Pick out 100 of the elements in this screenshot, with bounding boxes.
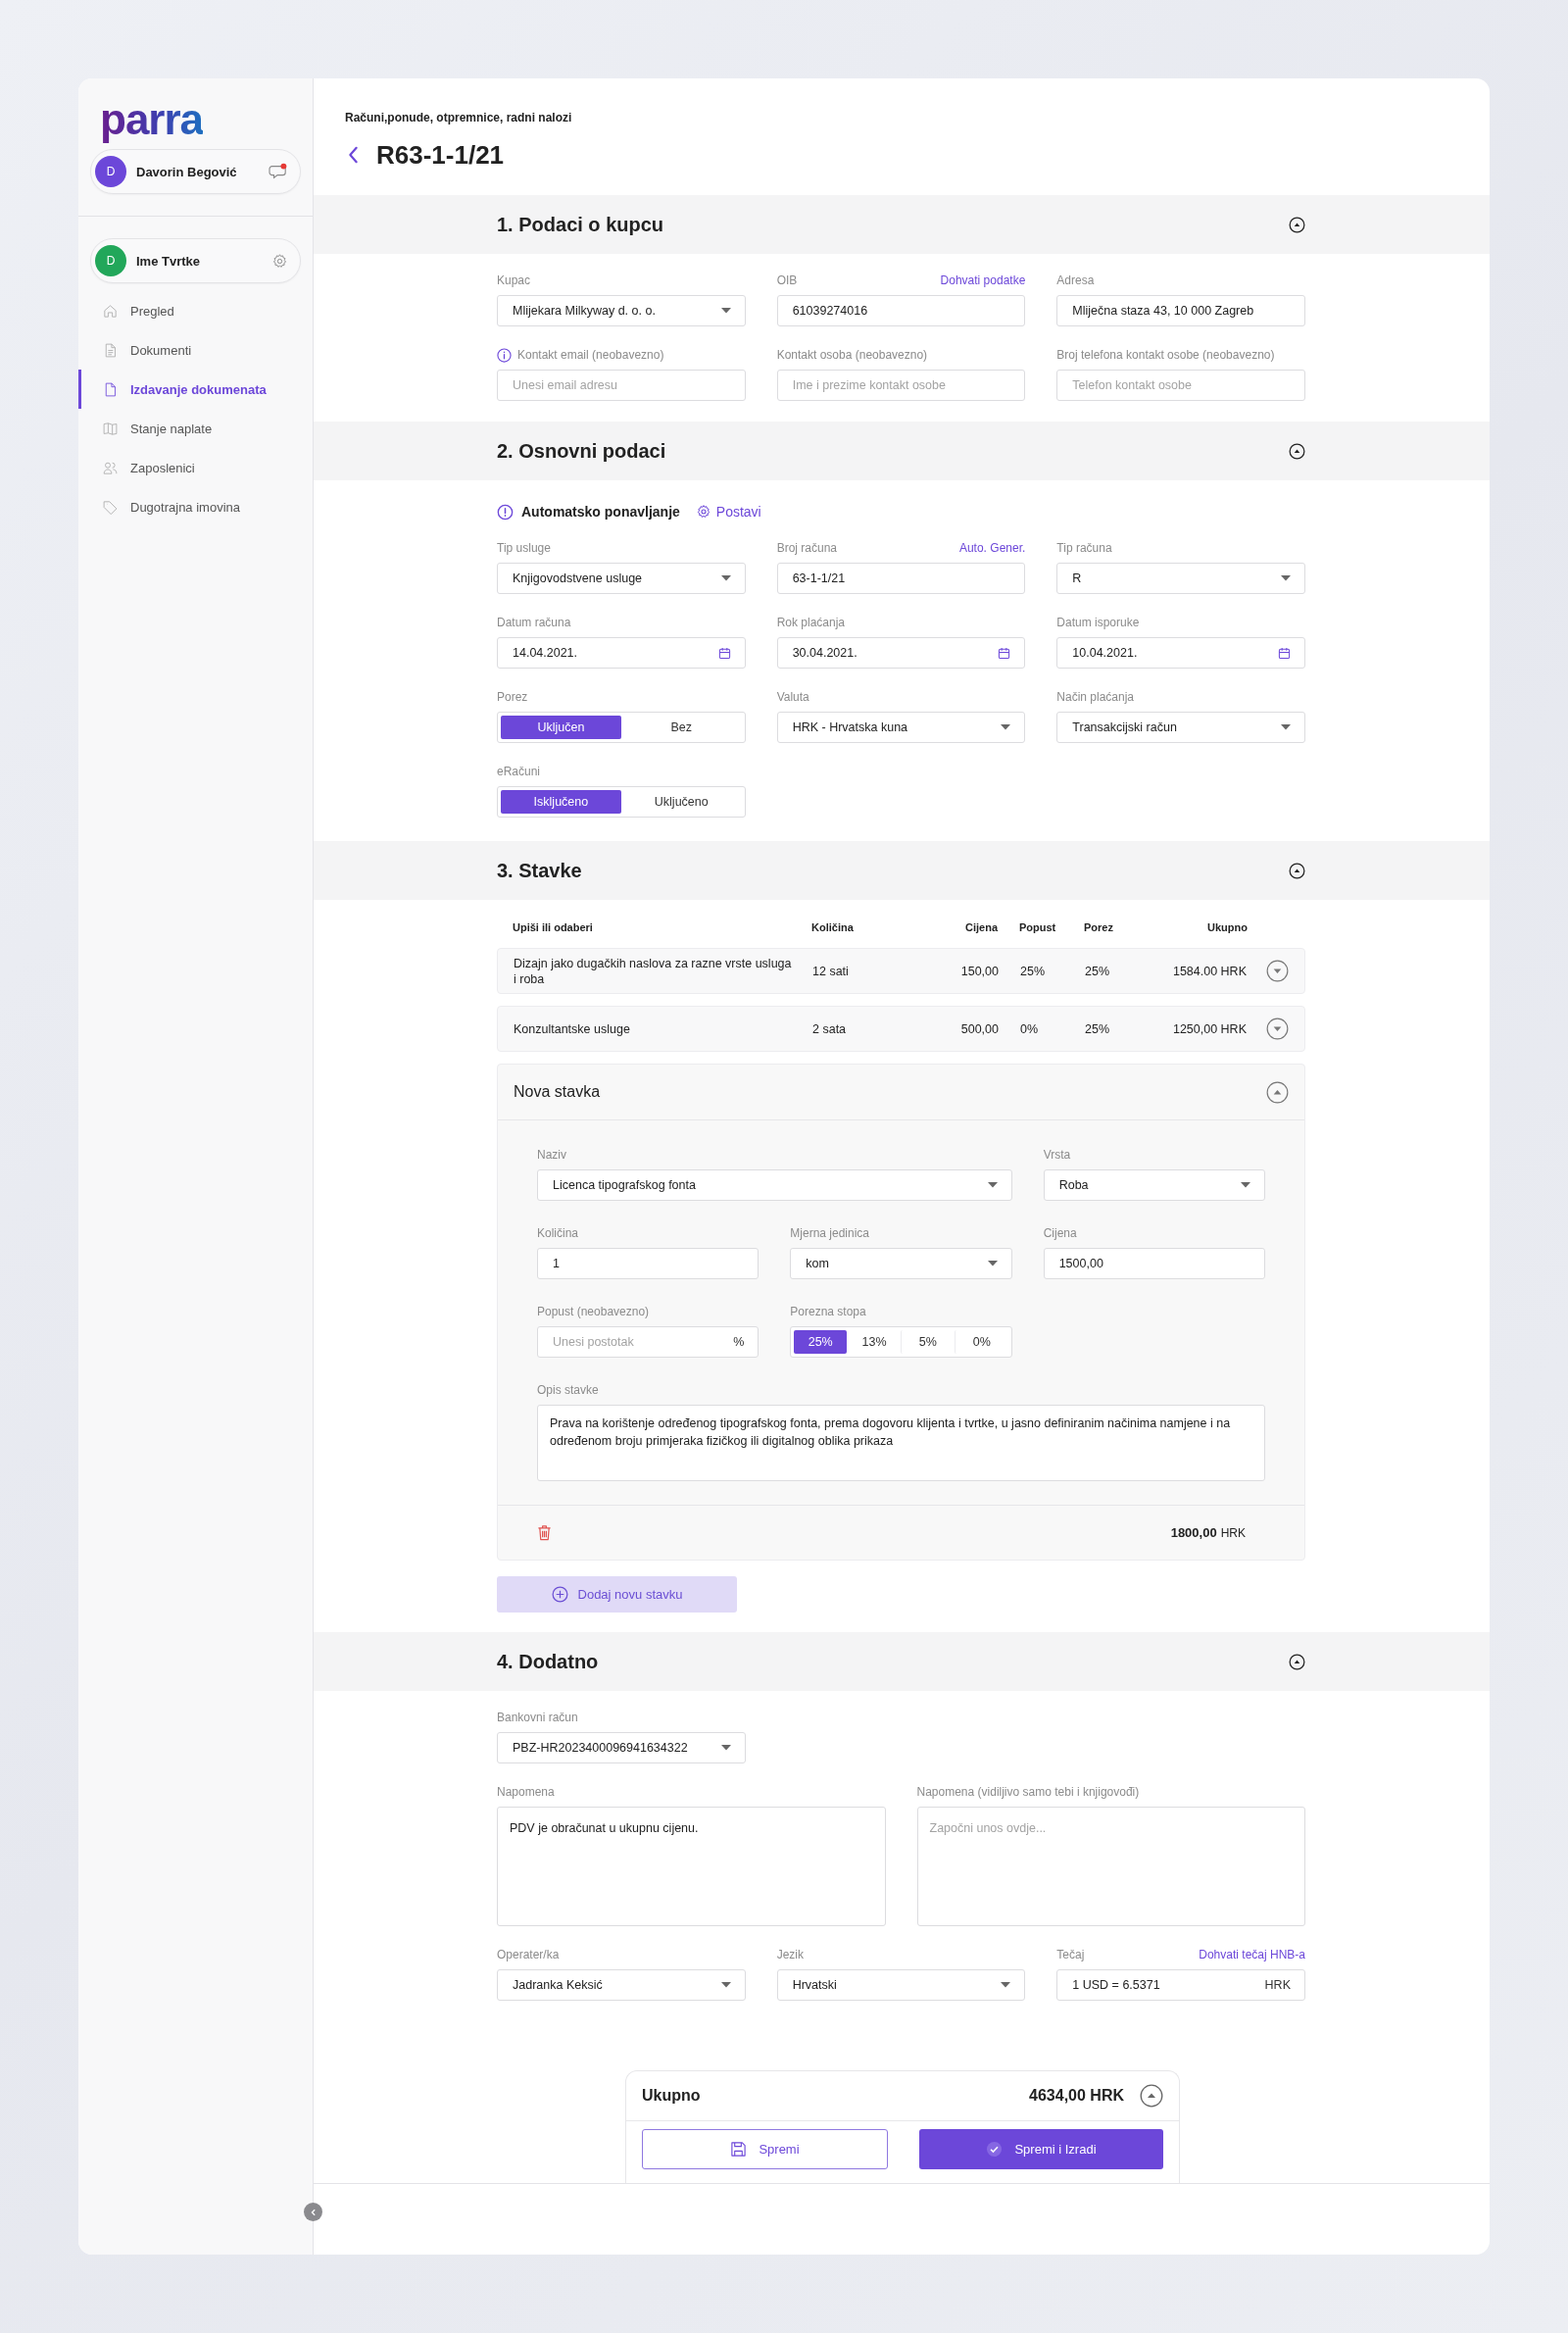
user-name: Davorin Begović	[136, 164, 238, 179]
field-label: Tečaj	[1056, 1948, 1085, 1961]
save-button[interactable]: Spremi	[642, 2129, 888, 2169]
field-label: Datum računa	[497, 616, 571, 629]
text-area[interactable]: PDV je obračunat u ukupnu cijenu.	[497, 1807, 886, 1926]
field-label: Porez	[497, 690, 528, 704]
date-field[interactable]: 14.04.2021.	[497, 637, 746, 669]
input-field[interactable]: 1	[537, 1248, 760, 1279]
field-label: Broj telefona kontakt osobe (neobavezno)	[1056, 348, 1275, 362]
trash-icon[interactable]	[537, 1524, 552, 1541]
item-discount: 25%	[1019, 964, 1047, 978]
column-header: Upiši ili odaberi	[513, 921, 594, 933]
caret-icon	[1241, 1182, 1250, 1188]
section-header[interactable]: 4. Dodatno	[314, 1632, 1490, 1691]
nav-item[interactable]: Dokumenti	[78, 330, 313, 370]
field-label: Valuta	[776, 690, 809, 704]
add-item-button[interactable]: Dodaj novu stavku	[497, 1576, 737, 1613]
expand-icon[interactable]	[1266, 1018, 1289, 1040]
back-icon[interactable]	[348, 146, 359, 164]
caret-icon	[987, 1182, 998, 1188]
fetch-link[interactable]: Auto. Gener.	[958, 541, 1026, 555]
caret-icon	[720, 308, 731, 314]
field-label: Datum isporuke	[1056, 616, 1140, 629]
select-field[interactable]: HRK - Hrvatska kuna	[776, 712, 1026, 743]
toggle-option[interactable]: 25%	[794, 1330, 848, 1354]
toggle-option[interactable]: Uključeno	[620, 790, 742, 814]
collapse-icon[interactable]	[1289, 442, 1305, 460]
item-tax: 25%	[1084, 1021, 1111, 1036]
check-icon	[986, 2141, 1004, 2158]
item-total-amount: 1800,00	[1170, 1525, 1217, 1540]
collapse-icon[interactable]	[1289, 1653, 1305, 1670]
total-label: Ukupno	[642, 2087, 702, 2105]
select-field[interactable]: Roba	[1043, 1169, 1265, 1201]
input-field[interactable]: 63-1-1/21	[776, 563, 1026, 594]
expand-icon[interactable]	[1266, 960, 1289, 982]
collapse-icon[interactable]	[1289, 862, 1305, 879]
toggle-option[interactable]: Isključeno	[501, 790, 621, 814]
company-name: Ime Tvrtke	[136, 253, 202, 269]
total-amount: 4634,00 HRK	[1029, 2087, 1124, 2105]
input-field[interactable]: 61039274016	[776, 295, 1026, 326]
settings-icon[interactable]	[271, 252, 288, 270]
create-button[interactable]: Spremi i Izradi	[919, 2129, 1163, 2169]
nav-item[interactable]: Dugotrajna imovina	[78, 487, 313, 526]
section-header[interactable]: 1. Podaci o kupcu	[314, 195, 1490, 254]
item-price: 150,00	[959, 964, 999, 978]
company-pill[interactable]: D Ime Tvrtke	[90, 238, 301, 283]
caret-icon	[720, 1745, 731, 1751]
select-field[interactable]: Transakcijski račun	[1056, 712, 1305, 743]
notification-icon[interactable]	[269, 163, 288, 180]
field-label: Vrsta	[1043, 1148, 1071, 1162]
field-label: Kupac	[497, 273, 531, 287]
fetch-link[interactable]: Dohvati podatke	[940, 273, 1026, 287]
field-label: Tip usluge	[497, 541, 551, 555]
toggle-option[interactable]: Uključen	[501, 716, 621, 739]
home-icon	[102, 302, 119, 320]
input-field[interactable]: 1 USD = 6.5371 HRK	[1056, 1969, 1305, 2001]
select-field[interactable]: Knjigovodstvene usluge	[497, 563, 746, 594]
input-field[interactable]: Mliječna staza 43, 10 000 Zagreb	[1056, 295, 1305, 326]
save-icon	[730, 2141, 748, 2158]
collapse-icon[interactable]	[1289, 216, 1305, 233]
select-field[interactable]: Licenca tipografskog fonta	[537, 1169, 1012, 1201]
setup-link[interactable]: Postavi	[695, 504, 761, 520]
select-field[interactable]: kom	[790, 1248, 1012, 1279]
select-field[interactable]: R	[1056, 563, 1305, 594]
field-label: Naziv	[537, 1148, 566, 1162]
item-total: 1250,00 HRK	[1171, 1021, 1247, 1036]
toggle-option[interactable]: 13%	[847, 1330, 901, 1354]
field-label: Količina	[537, 1226, 579, 1240]
column-header: Porez	[1083, 921, 1114, 933]
nav-item[interactable]: Izdavanje dokumenata	[78, 370, 313, 409]
input-field[interactable]: Unesi postotak %	[537, 1326, 760, 1358]
date-field[interactable]: 10.04.2021.	[1056, 637, 1305, 669]
gear-icon	[695, 504, 711, 520]
select-field[interactable]: Jadranka Keksić	[497, 1969, 746, 2001]
toggle-option[interactable]: Bez	[620, 716, 742, 739]
select-field[interactable]: Mlijekara Milkyway d. o. o.	[497, 295, 746, 326]
select-field[interactable]: Hrvatski	[776, 1969, 1026, 2001]
section-header[interactable]: 3. Stavke	[314, 841, 1490, 900]
calendar-icon	[717, 646, 731, 660]
user-pill[interactable]: D Davorin Begović	[90, 149, 301, 194]
toggle-option[interactable]: 0%	[954, 1330, 1008, 1354]
date-field[interactable]: 30.04.2021.	[776, 637, 1026, 669]
toggle-option[interactable]: 5%	[901, 1330, 955, 1354]
book-icon	[102, 420, 119, 437]
input-field[interactable]: 1500,00	[1043, 1248, 1265, 1279]
select-field[interactable]: PBZ-HR2023400096941634322	[497, 1732, 746, 1763]
field-label: Rok plaćanja	[776, 616, 846, 629]
item-row[interactable]: Dizajn jako dugačkih naslova za razne vrste usluga i roba 12 sati 150,00 25% 25% 1584.00 HRK	[497, 948, 1305, 994]
collapse-button[interactable]	[304, 2203, 322, 2221]
info-icon[interactable]	[497, 347, 512, 363]
nav-item[interactable]: Pregled	[78, 291, 313, 330]
item-row[interactable]: Konzultantske usluge 2 sata 500,00 0% 25% 1250,00 HRK	[497, 1006, 1305, 1052]
field-label: Bankovni račun	[497, 1711, 578, 1724]
fetch-link[interactable]: Dohvati tečaj HNB-a	[1199, 1948, 1305, 1961]
field-label: Napomena (vidiljivo samo tebi i knjigovođi)	[916, 1785, 1140, 1799]
section-header[interactable]: 2. Osnovni podaci	[314, 422, 1490, 480]
nav-item[interactable]: Stanje naplate	[78, 409, 313, 448]
text-area[interactable]: Prava na korištenje određenog tipografskog fonta, prema dogovoru klijenta i tvrtke, u jasno definiranim načinima namjene i na određenom broju primjeraka fizičkog ili digitalnog oblika prikaza	[537, 1405, 1265, 1481]
nav-item[interactable]: Zaposlenici	[78, 448, 313, 487]
caret-icon	[720, 1982, 731, 1988]
